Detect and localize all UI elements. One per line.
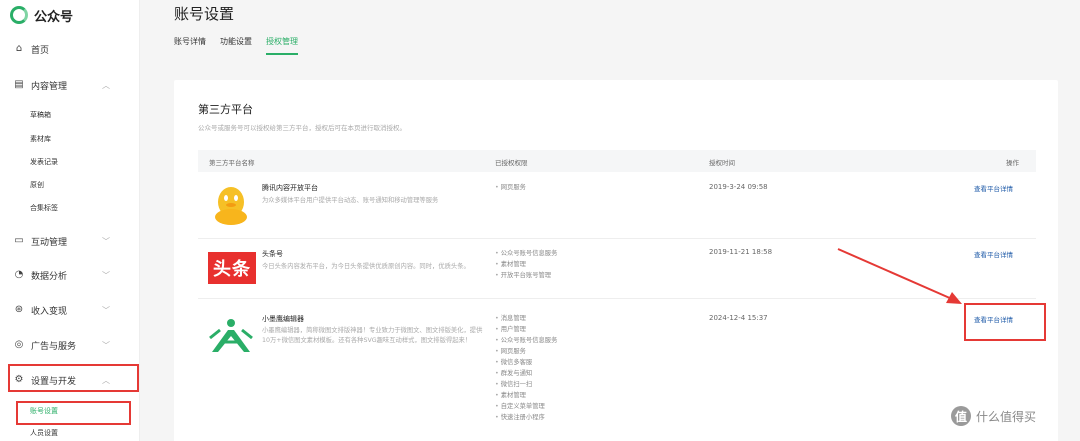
sidebar-subitem-tags[interactable]: 合集标签 [30,203,58,213]
chevron-down-icon: ﹀ [102,340,110,350]
section-title: 第三方平台 [198,103,253,116]
sidebar-item-interaction[interactable]: ▭ 互动管理 ﹀ [0,229,140,253]
sidebar-item-content[interactable]: ▤ 内容管理 ︿ [0,73,140,97]
permission-item: 微信扫一扫 [495,379,557,390]
compass-icon: ◎ [14,339,24,350]
permission-item: 快速注册小程序 [495,412,557,423]
platform-description: 为众多媒体平台用户提供平台动态、账号通知和移动管理等服务 [262,197,439,204]
permission-item: 网页服务 [495,182,526,193]
platform-name: 头条号 [262,250,283,258]
content-card [174,80,1058,441]
sidebar-subitem-original[interactable]: 原创 [30,180,44,190]
auth-time: 2019-11-21 18:58 [709,248,773,256]
permission-item: 开放平台账号管理 [495,270,557,281]
permission-item: 用户管理 [495,324,557,335]
chart-icon: ◔ [14,269,24,280]
highlight-box-view-details [964,303,1046,341]
xiaomoying-logo [209,319,253,352]
sidebar-item-label: 收入变现 [31,306,68,317]
page-title: 账号设置 [174,5,235,23]
row-divider [198,298,1036,299]
sidebar-subitem-staff-settings[interactable]: 人员设置 [30,428,58,438]
chevron-down-icon: ﹀ [102,270,110,280]
auth-time: 2024-12-4 15:37 [709,314,768,322]
permission-item: 消息管理 [495,313,557,324]
view-platform-details-link[interactable]: 查看平台详情 [974,183,1013,193]
header-permissions: 已授权权限 [495,159,528,167]
header-auth-time: 授权时间 [709,159,735,167]
permission-item: 自定义菜单管理 [495,401,557,412]
header-operation: 操作 [1006,159,1019,167]
sidebar-item-label: 广告与服务 [31,341,77,352]
watermark: 值 什么值得买 [951,406,1036,426]
platform-name: 小墨鹰编辑器 [262,315,304,323]
permission-list: 网页服务 [495,182,526,193]
tab-account-details[interactable]: 账号详情 [174,36,206,55]
permission-item: 公众号账号信息服务 [495,248,558,259]
auth-time: 2019-3-24 09:58 [709,183,768,191]
sidebar-subitem-drafts[interactable]: 草稿箱 [30,110,51,120]
brand-name: 公众号 [34,9,74,25]
permission-item: 网页服务 [495,346,557,357]
permission-item: 微信多客服 [495,357,557,368]
table-header: 第三方平台名称 已授权权限 授权时间 操作 [198,150,1036,172]
home-icon: ⌂ [15,43,23,54]
tab-feature-settings[interactable]: 功能设置 [220,36,252,55]
permission-item: 公众号账号信息服务 [495,335,558,346]
sidebar-subitem-publish-records[interactable]: 发表记录 [30,157,58,167]
permission-list: 公众号账号信息服务 素材管理 开放平台账号管理 [495,248,558,281]
view-platform-details-link[interactable]: 查看平台详情 [974,249,1013,259]
sidebar-item-label: 数据分析 [31,271,68,282]
header-platform-name: 第三方平台名称 [209,159,255,167]
brand-logo-icon [10,6,28,24]
sidebar-item-ads[interactable]: ◎ 广告与服务 ﹀ [0,333,140,357]
sidebar-item-home[interactable]: ⌂ 首页 [0,37,140,61]
permission-item: 素材管理 [495,390,557,401]
money-icon: ⊛ [14,304,24,315]
document-icon: ▤ [14,79,24,90]
permission-item: 素材管理 [495,259,557,270]
tab-authorization[interactable]: 授权管理 [266,36,298,55]
row-divider [198,238,1036,239]
platform-description: 今日头条内容发布平台，为今日头条提供优质原创内容。同时，优质头条。 [262,263,470,270]
tab-bar: 账号详情 功能设置 授权管理 [174,36,298,55]
sidebar-item-revenue[interactable]: ⊛ 收入变现 ﹀ [0,298,140,322]
toutiao-logo: 头条 [208,252,256,284]
sidebar-item-label: 内容管理 [31,81,68,92]
watermark-logo-icon: 值 [951,406,971,426]
highlight-box-account-settings [16,401,131,425]
sidebar-item-analytics[interactable]: ◔ 数据分析 ﹀ [0,263,140,287]
chevron-up-icon: ︿ [102,80,110,90]
permission-list: 消息管理 用户管理 公众号账号信息服务 网页服务 微信多客服 群发与通知 微信扫… [495,313,558,423]
sidebar-item-label: 首页 [31,45,50,56]
section-description: 公众号或服务号可以授权给第三方平台，授权后可在本页进行取消授权。 [198,124,406,132]
sidebar-subitem-materials[interactable]: 素材库 [30,134,51,144]
platform-name: 腾讯内容开放平台 [262,184,318,192]
highlight-box-settings [8,364,139,392]
qq-penguin-logo [215,187,247,225]
permission-item: 群发与通知 [495,368,557,379]
chevron-down-icon: ﹀ [102,305,110,315]
platform-description: 小墨鹰编辑器，简称微图文排版神器！专业致力于微图文、图文排版美化，提供10万+微… [262,327,483,344]
chevron-down-icon: ﹀ [102,236,110,246]
watermark-text: 什么值得买 [976,409,1037,424]
chat-icon: ▭ [14,235,24,246]
brand-logo[interactable]: 公众号 [10,4,73,26]
sidebar-item-label: 互动管理 [31,237,68,248]
